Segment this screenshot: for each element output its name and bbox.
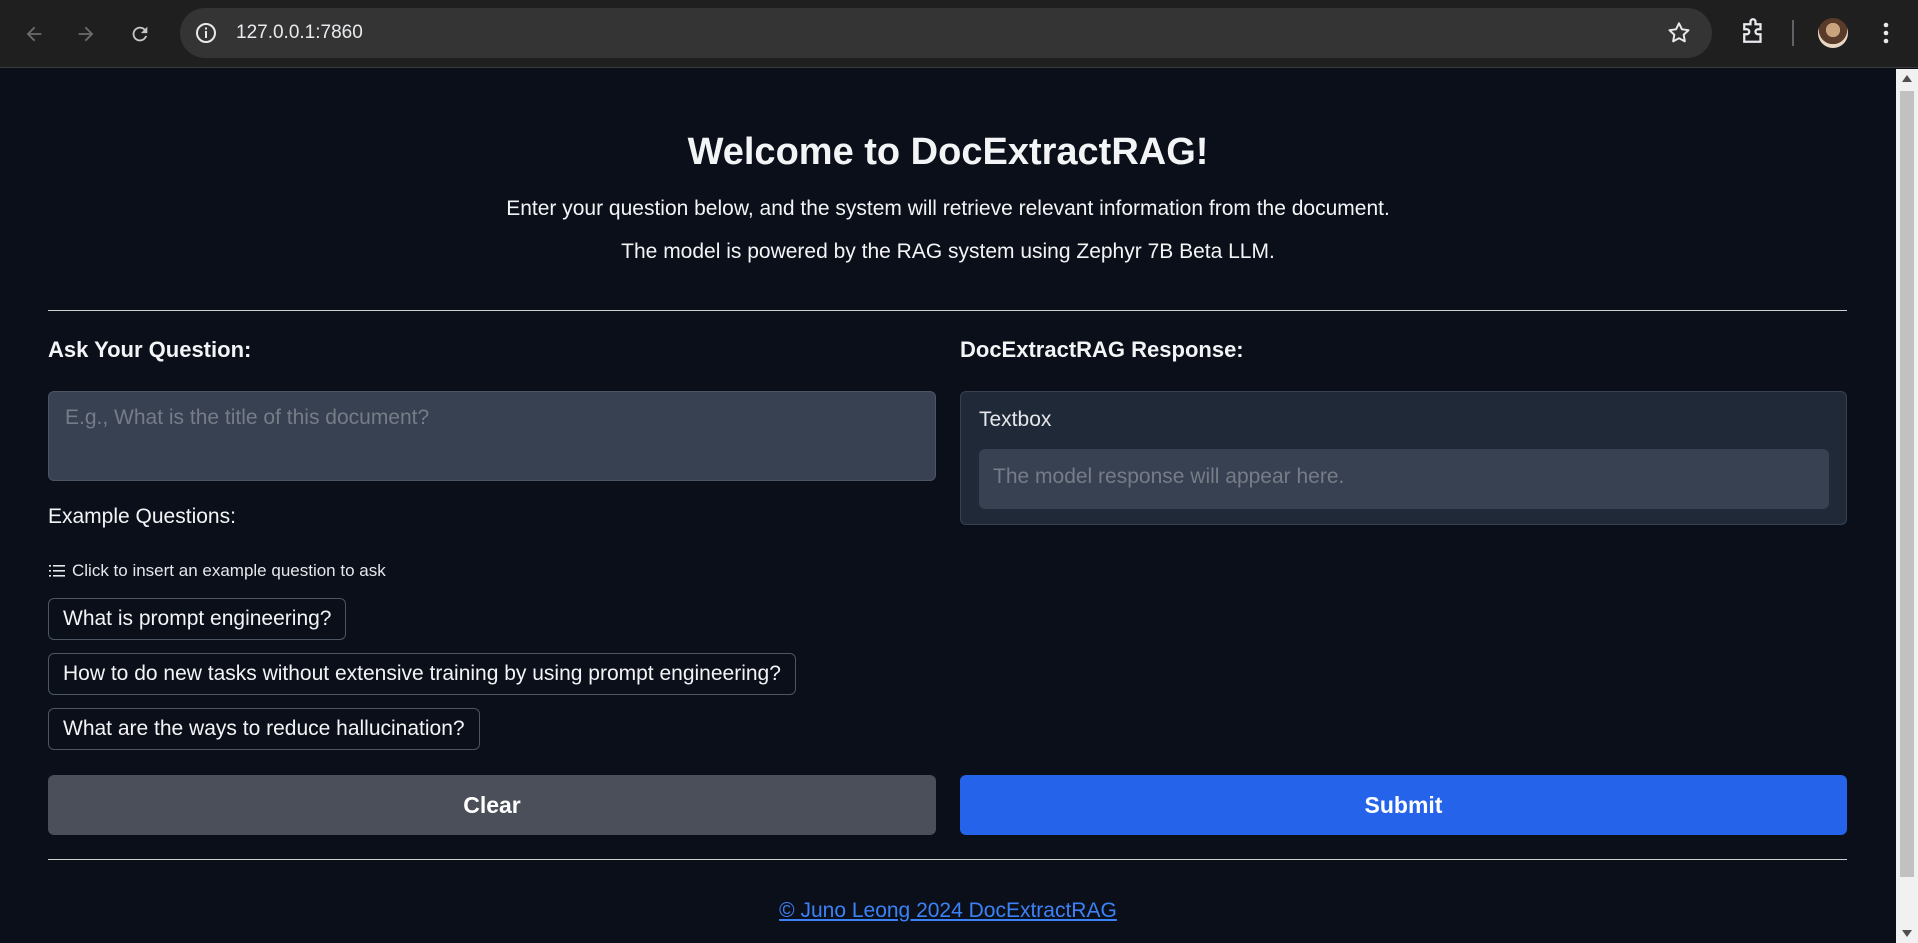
question-input-container[interactable]	[48, 391, 936, 481]
scroll-up-arrow[interactable]	[1902, 75, 1912, 82]
footer: © Juno Leong 2024 DocExtractRAG	[0, 899, 1896, 923]
address-bar[interactable]: 127.0.0.1:7860	[180, 8, 1712, 58]
question-label: Ask Your Question:	[48, 337, 252, 362]
bookmark-star-icon[interactable]	[1666, 20, 1692, 46]
profile-avatar[interactable]	[1818, 18, 1848, 48]
example-question-chip[interactable]: What is prompt engineering?	[48, 598, 347, 640]
example-hint-text: Click to insert an example question to a…	[72, 561, 386, 580]
example-questions-title: Example Questions:	[48, 505, 236, 528]
scrollbar-thumb[interactable]	[1900, 91, 1914, 877]
submit-button[interactable]: Submit	[960, 775, 1847, 835]
example-question-chip[interactable]: What are the ways to reduce hallucinatio…	[48, 708, 480, 750]
top-divider	[48, 310, 1847, 311]
response-textbox-label: Textbox	[979, 408, 1052, 431]
reload-icon	[132, 26, 148, 42]
example-questions-hint: Click to insert an example question to a…	[48, 561, 386, 581]
forward-button[interactable]	[66, 14, 106, 54]
toolbar-divider	[1792, 20, 1794, 46]
browser-toolbar: 127.0.0.1:7860	[0, 0, 1918, 68]
back-arrow-icon	[26, 26, 42, 42]
site-info-icon[interactable]	[194, 21, 218, 45]
example-question-chip[interactable]: How to do new tasks without extensive tr…	[48, 653, 796, 695]
bottom-divider	[48, 859, 1847, 860]
reload-button[interactable]	[120, 14, 160, 54]
app-page: Welcome to DocExtractRAG! Enter your que…	[0, 69, 1896, 943]
clear-button[interactable]: Clear	[48, 775, 936, 835]
response-textbox[interactable]: The model response will appear here.	[979, 449, 1829, 509]
url-text[interactable]: 127.0.0.1:7860	[236, 22, 363, 44]
question-input[interactable]	[65, 406, 919, 466]
page-title: Welcome to DocExtractRAG!	[687, 131, 1209, 173]
extensions-icon[interactable]	[1738, 18, 1768, 48]
footer-link[interactable]: © Juno Leong 2024 DocExtractRAG	[779, 899, 1117, 922]
forward-arrow-icon	[78, 26, 94, 42]
scroll-down-arrow[interactable]	[1902, 930, 1912, 937]
page-subtitle-2: The model is powered by the RAG system u…	[621, 240, 1275, 263]
page-subtitle-1: Enter your question below, and the syste…	[506, 197, 1390, 220]
page-scrollbar[interactable]	[1896, 69, 1918, 943]
response-label: DocExtractRAG Response:	[960, 337, 1244, 362]
list-icon	[49, 565, 65, 577]
kebab-menu-icon[interactable]	[1876, 18, 1896, 48]
response-panel: Textbox The model response will appear h…	[960, 391, 1847, 525]
back-button[interactable]	[14, 14, 54, 54]
